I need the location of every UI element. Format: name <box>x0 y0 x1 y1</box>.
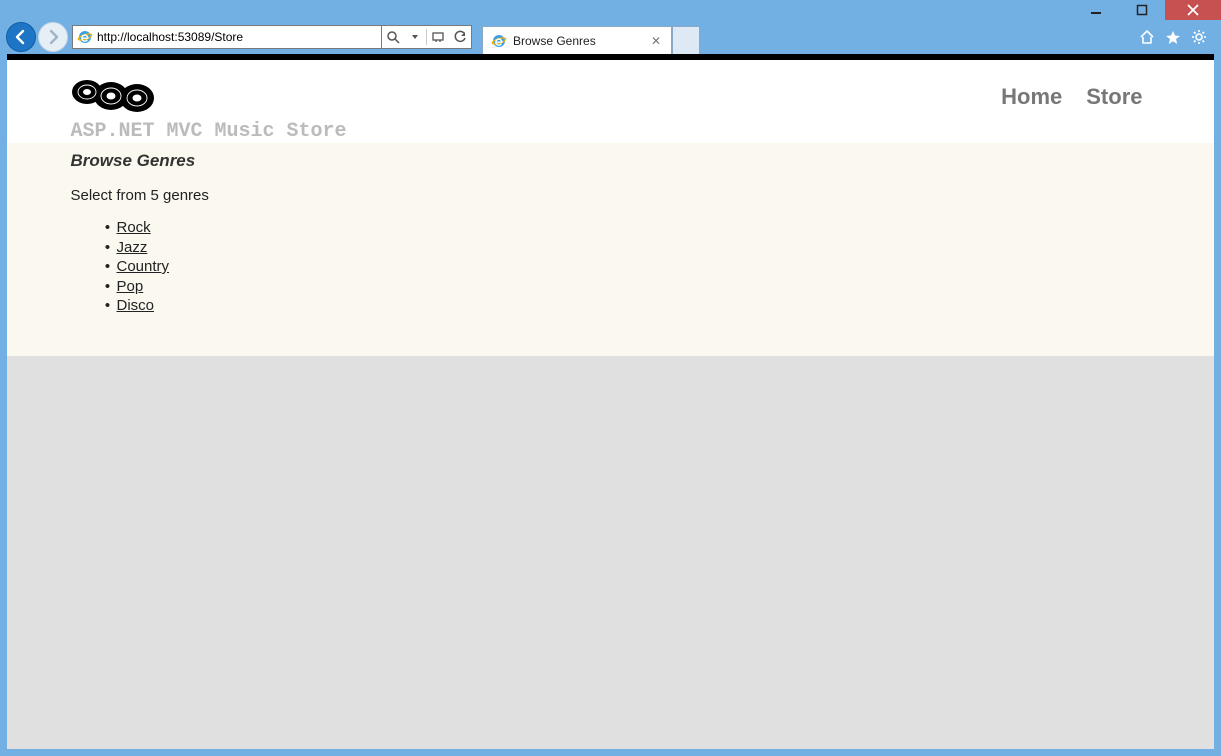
tab-title: Browse Genres <box>513 34 649 48</box>
content-area: Browse Genres Select from 5 genres Rock J… <box>7 143 1214 356</box>
tools-icon[interactable] <box>1191 29 1207 45</box>
address-input[interactable] <box>97 30 377 44</box>
genre-list-item: Rock <box>99 218 1151 238</box>
compat-view-icon[interactable] <box>427 26 449 48</box>
genre-link[interactable]: Pop <box>117 278 144 295</box>
address-tools <box>382 25 472 49</box>
address-bar[interactable] <box>72 25 382 49</box>
genre-link[interactable]: Jazz <box>117 239 148 256</box>
site-logo-icon <box>71 78 347 114</box>
browser-toolbar: Browse Genres ✕ <box>0 20 1221 54</box>
nav-forward-button[interactable] <box>38 22 68 52</box>
search-icon[interactable] <box>382 26 404 48</box>
favorites-icon[interactable] <box>1165 29 1181 45</box>
browser-window: Browse Genres ✕ <box>0 0 1221 756</box>
genre-list-item: Pop <box>99 277 1151 297</box>
window-titlebar <box>0 0 1221 20</box>
nav-store-link[interactable]: Store <box>1086 84 1142 110</box>
site-header-area: ASP.NET MVC Music Store Home Store <box>7 60 1214 143</box>
genre-link[interactable]: Country <box>117 258 170 275</box>
browser-command-icons <box>1139 29 1215 45</box>
address-bar-container <box>72 25 472 49</box>
browser-tab[interactable]: Browse Genres ✕ <box>482 26 672 54</box>
genre-list-item: Country <box>99 257 1151 277</box>
nav-home-link[interactable]: Home <box>1001 84 1062 110</box>
ie-page-icon <box>77 29 93 45</box>
nav-back-button[interactable] <box>6 22 36 52</box>
genre-list-item: Disco <box>99 296 1151 316</box>
page-subheading: Select from 5 genres <box>71 187 1151 204</box>
new-tab-button[interactable] <box>672 26 700 54</box>
window-maximize-button[interactable] <box>1119 0 1165 20</box>
dropdown-icon[interactable] <box>404 26 426 48</box>
home-icon[interactable] <box>1139 29 1155 45</box>
primary-nav: Home Store <box>1001 78 1150 110</box>
genre-list-item: Jazz <box>99 238 1151 258</box>
genre-link[interactable]: Disco <box>117 297 155 314</box>
genre-link[interactable]: Rock <box>117 219 151 236</box>
site-title: ASP.NET MVC Music Store <box>71 120 347 143</box>
page-viewport: ASP.NET MVC Music Store Home Store Brows… <box>7 54 1214 749</box>
refresh-icon[interactable] <box>449 26 471 48</box>
page-heading: Browse Genres <box>71 151 1151 171</box>
window-close-button[interactable] <box>1165 0 1221 20</box>
window-minimize-button[interactable] <box>1073 0 1119 20</box>
tab-close-icon[interactable]: ✕ <box>649 34 663 48</box>
ie-tab-icon <box>491 33 507 49</box>
genre-list: Rock Jazz Country Pop Disco <box>99 218 1151 316</box>
